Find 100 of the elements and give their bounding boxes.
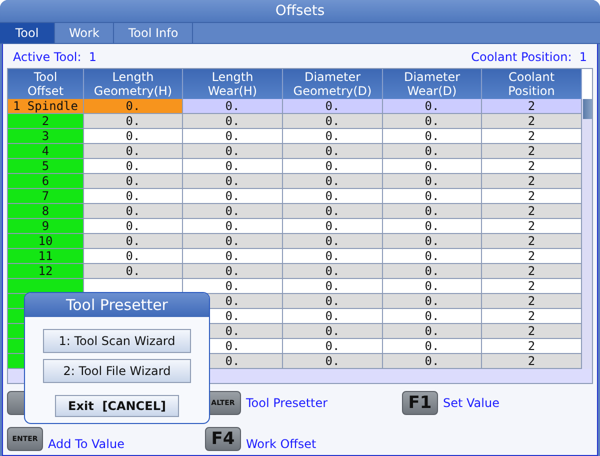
table-cell: 0. bbox=[383, 204, 482, 219]
table-cell: 11 bbox=[8, 249, 84, 264]
table-cell: 0. bbox=[383, 354, 482, 369]
table-cell: 2 bbox=[482, 174, 582, 189]
table-cell: 0. bbox=[383, 129, 482, 144]
table-cell: 0. bbox=[283, 279, 383, 294]
column-header: Length Geometry(H) bbox=[84, 69, 183, 99]
table-cell: 0. bbox=[283, 144, 383, 159]
table-cell: 0. bbox=[84, 264, 183, 279]
table-cell: 0. bbox=[84, 174, 183, 189]
table-cell: 0. bbox=[183, 249, 283, 264]
table-cell: 2 bbox=[482, 99, 582, 114]
table-cell: 0. bbox=[383, 159, 482, 174]
table-cell: 5 bbox=[8, 159, 84, 174]
key-label: Set Value bbox=[443, 396, 500, 410]
table-cell: 0. bbox=[183, 219, 283, 234]
table-cell: 0. bbox=[383, 339, 482, 354]
table-cell: 8 bbox=[8, 204, 84, 219]
cancel-button[interactable]: Exit [CANCEL] bbox=[55, 395, 179, 417]
table-cell: 0. bbox=[283, 234, 383, 249]
tab[interactable]: Tool bbox=[0, 23, 55, 43]
wizard-button[interactable]: 2: Tool File Wizard bbox=[43, 359, 191, 383]
table-cell: 2 bbox=[482, 144, 582, 159]
table-cell: 0. bbox=[383, 279, 482, 294]
table-cell: 0. bbox=[383, 99, 482, 114]
table-cell: 7 bbox=[8, 189, 84, 204]
column-header: Coolant Position bbox=[482, 69, 582, 99]
table-cell: 2 bbox=[482, 354, 582, 369]
table-cell: 2 bbox=[482, 189, 582, 204]
table-cell: 0. bbox=[383, 234, 482, 249]
table-cell: 9 bbox=[8, 219, 84, 234]
table-cell: 0. bbox=[383, 219, 482, 234]
table-cell: 0. bbox=[283, 339, 383, 354]
table-cell: 0. bbox=[383, 114, 482, 129]
key-label: Tool Presetter bbox=[246, 396, 328, 410]
table-cell: 2 bbox=[482, 309, 582, 324]
table-cell: 0. bbox=[283, 309, 383, 324]
table-cell: 0. bbox=[183, 264, 283, 279]
column-header: Diameter Geometry(D) bbox=[283, 69, 383, 99]
table-cell: 0. bbox=[283, 264, 383, 279]
active-tool-label: Active Tool: 1 bbox=[13, 50, 97, 64]
table-cell: 0. bbox=[283, 174, 383, 189]
table-cell: 0. bbox=[383, 249, 482, 264]
table-cell: 0. bbox=[283, 294, 383, 309]
table-cell: 10 bbox=[8, 234, 84, 249]
table-cell: 0. bbox=[383, 144, 482, 159]
table-cell: 2 bbox=[482, 324, 582, 339]
table-cell: 0. bbox=[183, 129, 283, 144]
column-header: Length Wear(H) bbox=[183, 69, 283, 99]
table-cell: 6 bbox=[8, 174, 84, 189]
table-cell: 2 bbox=[482, 249, 582, 264]
table-cell: 0. bbox=[183, 144, 283, 159]
table-cell: 0. bbox=[183, 204, 283, 219]
table-cell: 0. bbox=[283, 324, 383, 339]
column-header: Tool Offset bbox=[8, 69, 84, 99]
table-cell: 0. bbox=[84, 129, 183, 144]
table-cell: 0. bbox=[84, 114, 183, 129]
table-cell: 1 Spindle bbox=[8, 99, 84, 114]
scrollbar[interactable] bbox=[582, 99, 592, 369]
table-cell: 0. bbox=[84, 249, 183, 264]
table-cell: 0. bbox=[183, 114, 283, 129]
key-label: Work Offset bbox=[246, 437, 316, 451]
dialog-title: Tool Presetter bbox=[25, 293, 209, 317]
window-title: Offsets bbox=[0, 0, 600, 22]
table-cell: 0. bbox=[283, 354, 383, 369]
key-button[interactable]: F1 bbox=[402, 391, 438, 415]
table-cell: 0. bbox=[183, 159, 283, 174]
table-cell: 2 bbox=[482, 339, 582, 354]
table-cell: 0. bbox=[383, 174, 482, 189]
table-cell: 0. bbox=[283, 129, 383, 144]
column-header: Diameter Wear(D) bbox=[383, 69, 482, 99]
table-cell: 0. bbox=[283, 99, 383, 114]
key-button[interactable]: F4 bbox=[205, 427, 241, 451]
table-cell: 0. bbox=[84, 189, 183, 204]
table-cell: 0. bbox=[84, 234, 183, 249]
table-cell: 0. bbox=[84, 144, 183, 159]
table-cell: 0. bbox=[383, 294, 482, 309]
table-cell: 0. bbox=[84, 159, 183, 174]
table-cell: 0. bbox=[383, 189, 482, 204]
table-cell: 2 bbox=[482, 294, 582, 309]
table-cell: 2 bbox=[482, 279, 582, 294]
table-cell: 3 bbox=[8, 129, 84, 144]
table-cell: 0. bbox=[283, 189, 383, 204]
table-cell: 2 bbox=[482, 234, 582, 249]
table-cell: 0. bbox=[283, 219, 383, 234]
table-cell: 0. bbox=[383, 264, 482, 279]
table-cell: 0. bbox=[183, 99, 283, 114]
table-cell: 0. bbox=[84, 204, 183, 219]
table-cell: 0. bbox=[183, 189, 283, 204]
table-cell: 0. bbox=[283, 249, 383, 264]
table-cell: 0. bbox=[183, 234, 283, 249]
table-cell: 0. bbox=[383, 309, 482, 324]
coolant-position-label: Coolant Position: 1 bbox=[471, 50, 587, 64]
table-cell: 2 bbox=[482, 129, 582, 144]
wizard-button[interactable]: 1: Tool Scan Wizard bbox=[43, 329, 191, 353]
table-cell: 0. bbox=[183, 174, 283, 189]
table-cell: 0. bbox=[283, 159, 383, 174]
table-cell: 0. bbox=[283, 204, 383, 219]
scrollbar-thumb[interactable] bbox=[583, 99, 592, 119]
table-cell: 0. bbox=[283, 114, 383, 129]
